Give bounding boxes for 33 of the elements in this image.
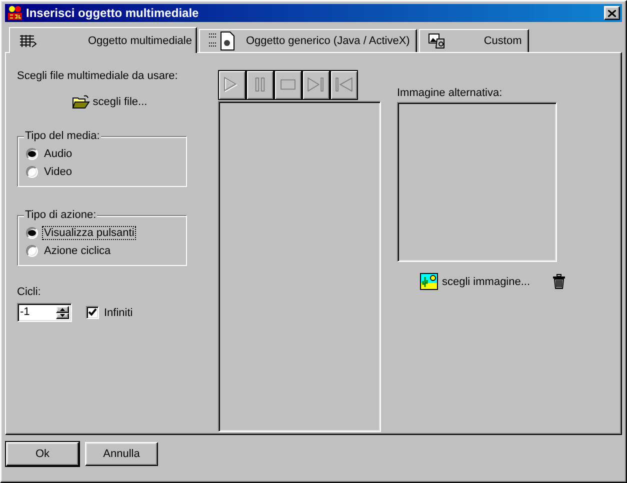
file-prompt: Scegli file multimediale da usare: <box>17 70 179 82</box>
group-label: Tipo del media: <box>24 130 101 142</box>
dialog-button[interactable]: Ok <box>6 442 79 466</box>
cycles-label: Cicli: <box>17 286 42 298</box>
radio-button[interactable] <box>26 227 38 239</box>
close-button[interactable] <box>604 6 620 20</box>
dialog-button[interactable]: Annulla <box>85 442 158 466</box>
tab[interactable]: Oggetto generico (Java / ActiveX) <box>198 29 417 52</box>
checkbox-label: Infiniti <box>104 306 133 318</box>
folder-icon <box>72 95 90 109</box>
image-icon <box>420 273 438 290</box>
choose-file-button[interactable]: scegli file... <box>70 94 148 110</box>
radio-label: Azione ciclica <box>43 244 112 258</box>
radio-button[interactable] <box>26 148 38 160</box>
radio-label: Video <box>43 165 73 179</box>
alt-image-label: Immagine alternativa: <box>397 87 504 99</box>
close-icon <box>608 10 616 16</box>
checkbox[interactable] <box>86 306 99 319</box>
radio-button[interactable] <box>26 245 38 257</box>
tab[interactable]: Oggetto multimediale <box>9 27 197 53</box>
radio-label: Visualizza pulsanti <box>42 226 136 240</box>
choose-image-button[interactable]: scegli immagine... <box>419 272 532 291</box>
app-icon <box>7 5 23 21</box>
spin-field[interactable]: -1 <box>17 303 72 322</box>
tab[interactable]: Custom <box>418 29 529 52</box>
equalizer-icon <box>18 34 38 48</box>
radio-label: Audio <box>43 147 74 161</box>
radio-button[interactable] <box>26 166 38 178</box>
spin-up-icon[interactable] <box>56 306 69 312</box>
window-title: Inserisci oggetto multimediale <box>26 6 200 20</box>
pictures-icon <box>428 33 446 49</box>
group-label: Tipo di azione: <box>24 209 98 221</box>
trash-icon[interactable] <box>553 274 566 289</box>
